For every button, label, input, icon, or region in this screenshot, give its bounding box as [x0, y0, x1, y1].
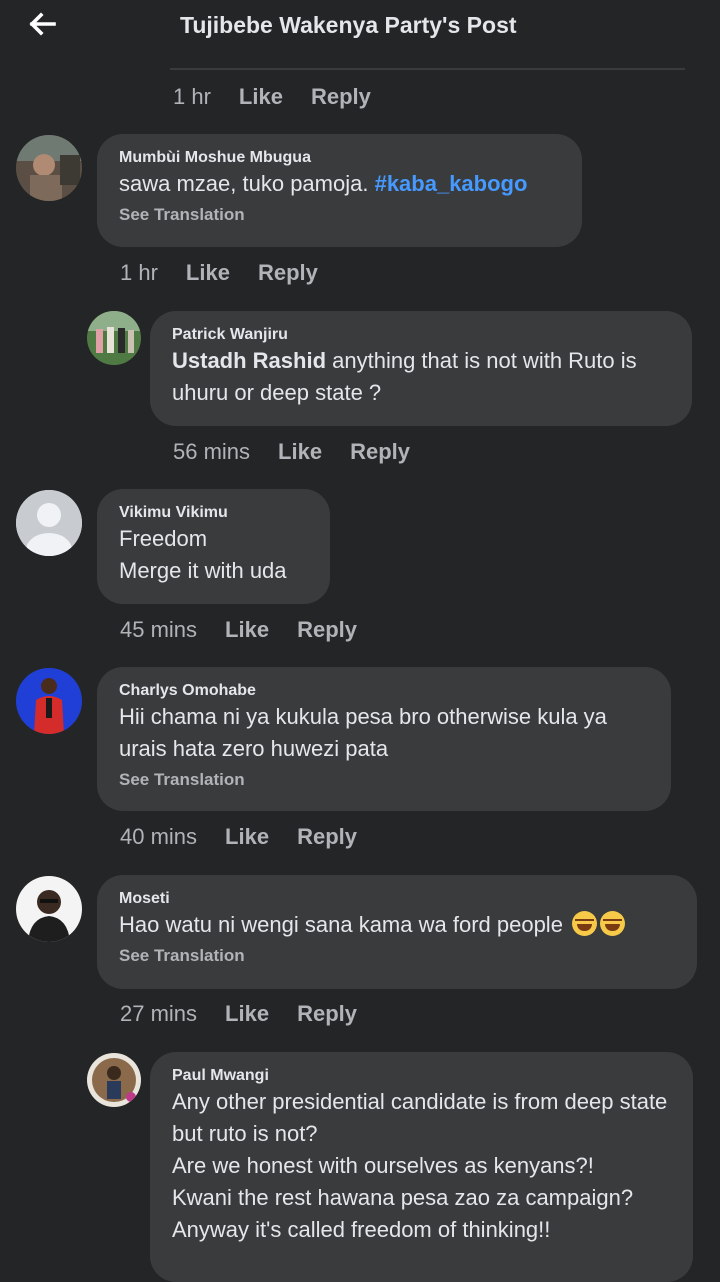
comment-time: 40 mins [120, 824, 198, 849]
see-translation-link[interactable]: See Translation [119, 945, 675, 967]
comment-time: 56 mins [173, 439, 251, 464]
see-translation-link[interactable]: See Translation [119, 769, 649, 791]
comment-meta: 1 hr Like Reply [120, 258, 318, 288]
commenter-name[interactable]: Paul Mwangi [172, 1066, 671, 1086]
avatar[interactable] [16, 668, 82, 734]
comment-bubble: Charlys Omohabe Hii chama ni ya kukula p… [97, 667, 671, 811]
comment-bubble: Mumbùi Moshue Mbugua sawa mzae, tuko pam… [97, 134, 582, 247]
avatar[interactable] [16, 490, 82, 556]
like-button[interactable]: Like [239, 84, 283, 110]
comment-meta: 45 mins Like Reply [120, 615, 357, 645]
avatar[interactable] [87, 311, 141, 365]
comment-text: Hii chama ni ya kukula pesa bro otherwis… [119, 704, 607, 761]
avatar-photo [87, 311, 141, 365]
comment-bubble: Paul Mwangi Any other presidential candi… [150, 1052, 693, 1282]
commenter-name[interactable]: Moseti [119, 889, 675, 909]
reply-button[interactable]: Reply [297, 617, 357, 643]
commenter-name[interactable]: Patrick Wanjiru [172, 325, 670, 345]
mention-link[interactable]: Ustadh Rashid [172, 348, 326, 373]
back-button[interactable] [24, 6, 60, 42]
comment-text: Any other presidential candidate is from… [172, 1089, 668, 1242]
see-translation-link[interactable]: See Translation [119, 204, 560, 226]
reply-button[interactable]: Reply [350, 439, 410, 465]
comment-text: Freedom Merge it with uda [119, 526, 287, 583]
avatar-photo [16, 668, 82, 734]
comment-time: 1 hr [120, 260, 158, 285]
avatar[interactable] [16, 135, 82, 201]
like-button[interactable]: Like [278, 439, 322, 465]
like-button[interactable]: Like [225, 1001, 269, 1027]
reply-button[interactable]: Reply [311, 84, 371, 110]
tears-of-joy-emoji-icon [600, 911, 626, 936]
comment-meta: 56 mins Like Reply [173, 437, 410, 467]
commenter-name[interactable]: Mumbùi Moshue Mbugua [119, 148, 560, 168]
comment-time: 27 mins [120, 1001, 198, 1026]
comment-bubble: Patrick Wanjiru Ustadh Rashid anything t… [150, 311, 692, 426]
comment-time: 1 hr [173, 84, 211, 109]
comment-text-body: Hao watu ni wengi sana kama wa ford peop… [119, 912, 570, 937]
tears-of-joy-emoji-icon [572, 911, 598, 936]
avatar[interactable] [87, 1053, 141, 1107]
default-avatar-icon [16, 490, 82, 556]
comment-time: 45 mins [120, 617, 198, 642]
comment-text: Ustadh Rashid anything that is not with … [172, 345, 670, 409]
comment-meta: 27 mins Like Reply [120, 999, 357, 1029]
avatar-photo [16, 876, 82, 942]
avatar-photo [87, 1053, 141, 1107]
reply-button[interactable]: Reply [258, 260, 318, 286]
page-title: Tujibebe Wakenya Party's Post [180, 12, 517, 38]
commenter-name[interactable]: Vikimu Vikimu [119, 503, 308, 523]
comment-text: Hao watu ni wengi sana kama wa ford peop… [119, 909, 675, 941]
hashtag-link[interactable]: #kaba_kabogo [375, 171, 528, 196]
comment-meta: 40 mins Like Reply [120, 822, 357, 852]
like-button[interactable]: Like [225, 824, 269, 850]
like-button[interactable]: Like [186, 260, 230, 286]
top-bar: Tujibebe Wakenya Party's Post [0, 0, 720, 52]
avatar-photo [16, 135, 82, 201]
comment-text: sawa mzae, tuko pamoja. #kaba_kabogo [119, 168, 560, 200]
comment-meta: 1 hr Like Reply [173, 82, 371, 112]
avatar[interactable] [16, 876, 82, 942]
reply-button[interactable]: Reply [297, 824, 357, 850]
like-button[interactable]: Like [225, 617, 269, 643]
comment-text-body: sawa mzae, tuko pamoja. [119, 171, 375, 196]
comment-bubble: Moseti Hao watu ni wengi sana kama wa fo… [97, 875, 697, 989]
reply-button[interactable]: Reply [297, 1001, 357, 1027]
divider [170, 68, 685, 70]
commenter-name[interactable]: Charlys Omohabe [119, 681, 649, 701]
arrow-left-icon [29, 12, 56, 36]
comment-bubble: Vikimu Vikimu Freedom Merge it with uda [97, 489, 330, 604]
